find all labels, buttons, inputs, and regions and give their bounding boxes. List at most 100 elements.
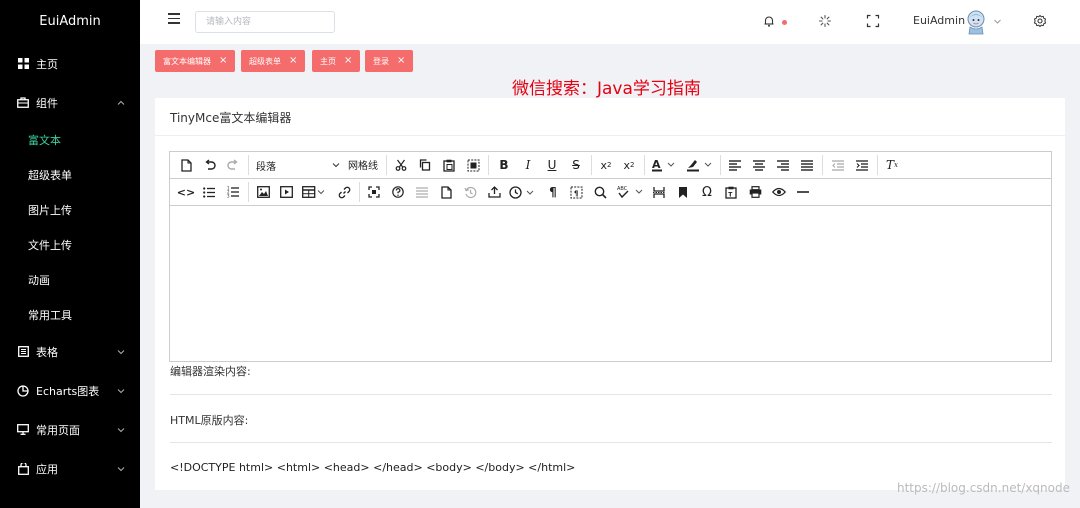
sidebar-item-label: 主页 [36, 57, 58, 71]
briefcase-icon [17, 97, 29, 109]
select-all-icon[interactable] [465, 157, 481, 173]
superscript-icon[interactable]: x2 [597, 157, 615, 173]
numbered-list-icon[interactable]: 123 [225, 184, 241, 200]
close-icon[interactable]: × [219, 56, 227, 66]
show-blocks-icon[interactable]: ¶ [568, 184, 584, 200]
bullet-list-icon[interactable] [201, 184, 217, 200]
subscript-icon[interactable]: x2 [620, 157, 638, 173]
loading-icon[interactable] [818, 14, 832, 28]
tag-super-form[interactable]: 超级表单 × [241, 50, 306, 72]
italic-icon[interactable]: I [520, 157, 536, 173]
sidebar-subitem-image-upload[interactable]: 图片上传 [0, 192, 140, 227]
tag-rich-text-editor[interactable]: 富文本编辑器 × [155, 50, 236, 72]
align-right-icon[interactable] [775, 157, 791, 173]
divider [155, 135, 1065, 136]
close-icon[interactable]: × [397, 56, 405, 66]
sidebar-subitem-super-form[interactable]: 超级表单 [0, 157, 140, 192]
sidebar-item-label: 组件 [36, 96, 58, 110]
bell-icon[interactable] [762, 14, 776, 28]
page-break-icon[interactable] [651, 184, 667, 200]
bookmark-icon[interactable] [675, 184, 691, 200]
sidebar-subitem-animation[interactable]: 动画 [0, 262, 140, 297]
fullscreen-icon[interactable] [866, 14, 880, 28]
sidebar-item-label: 应用 [36, 462, 58, 476]
toolbar-separator [248, 155, 249, 175]
copy-icon[interactable] [417, 157, 433, 173]
spellcheck-icon[interactable]: ABC [616, 184, 646, 200]
help-icon[interactable] [390, 184, 406, 200]
fullscreen-editor-icon[interactable] [366, 184, 382, 200]
bag-icon [17, 462, 29, 475]
grid-lines-button[interactable]: 网格线 [348, 157, 378, 172]
sidebar-subitem-tools[interactable]: 常用工具 [0, 297, 140, 332]
paragraph-mark-icon[interactable]: ¶ [545, 184, 561, 200]
monitor-icon [17, 424, 29, 436]
toolbar-separator [591, 155, 592, 175]
top-header: EuiAdmin [140, 0, 1080, 44]
sidebar-item-table[interactable]: 表格 [0, 332, 140, 371]
tag-label: 登录 [373, 56, 389, 66]
user-name[interactable]: EuiAdmin [913, 14, 965, 27]
template-icon[interactable] [438, 184, 454, 200]
horizontal-rule-icon[interactable] [795, 184, 811, 200]
chevron-down-icon[interactable] [993, 17, 1002, 26]
settings-icon[interactable] [1033, 14, 1047, 28]
upload-icon[interactable] [486, 184, 502, 200]
align-justify-icon[interactable] [799, 157, 815, 173]
underline-icon[interactable]: U [544, 157, 560, 173]
preview-icon[interactable] [771, 184, 787, 200]
redo-icon[interactable] [225, 157, 241, 173]
code-icon[interactable]: <> [177, 184, 195, 200]
html-content-label: HTML原版内容: [170, 414, 249, 427]
avatar[interactable] [965, 9, 987, 35]
menu-icon[interactable] [168, 13, 180, 27]
link-icon[interactable] [336, 184, 352, 200]
undo-icon[interactable] [201, 157, 217, 173]
align-left-icon[interactable] [727, 157, 743, 173]
indent-icon[interactable] [854, 157, 870, 173]
chevron-down-icon [117, 388, 125, 393]
paste-text-icon[interactable]: T [723, 184, 739, 200]
block-format-select[interactable]: 段落 [256, 157, 340, 173]
bullet-lines-icon[interactable] [414, 184, 430, 200]
close-icon[interactable]: × [344, 56, 352, 66]
image-icon[interactable] [255, 184, 271, 200]
sidebar-item-apps[interactable]: 应用 [0, 449, 140, 488]
clear-format-icon[interactable]: Tx [884, 157, 900, 173]
special-chars-icon[interactable]: Ω [699, 184, 715, 200]
outdent-icon[interactable] [830, 157, 846, 173]
strikethrough-icon[interactable]: S [568, 157, 584, 173]
history-icon[interactable] [462, 184, 478, 200]
paste-icon[interactable] [441, 157, 457, 173]
clock-icon[interactable] [509, 184, 537, 200]
search-icon[interactable] [592, 184, 608, 200]
bold-icon[interactable]: B [496, 157, 512, 173]
svg-text:ABC: ABC [617, 186, 628, 192]
sidebar-item-components[interactable]: 组件 [0, 83, 140, 122]
tag-login[interactable]: 登录 × [365, 50, 414, 72]
sidebar-subitem-file-upload[interactable]: 文件上传 [0, 227, 140, 262]
new-document-icon[interactable] [178, 157, 194, 173]
cut-icon[interactable] [393, 157, 409, 173]
print-icon[interactable] [747, 184, 763, 200]
tag-label: 超级表单 [249, 56, 281, 66]
text-color-icon[interactable]: A [651, 157, 677, 173]
table-insert-icon[interactable] [302, 184, 328, 200]
close-icon[interactable]: × [289, 56, 297, 66]
sidebar-item-echarts[interactable]: Echarts图表 [0, 371, 140, 410]
sidebar-subitem-rich-text[interactable]: 富文本 [0, 122, 140, 157]
pie-chart-icon [17, 384, 29, 397]
chevron-down-icon [332, 163, 340, 168]
highlight-color-icon[interactable] [686, 157, 714, 173]
media-icon[interactable] [278, 184, 294, 200]
overlay-title: 微信搜索：Java学习指南 [512, 79, 701, 99]
sidebar-item-pages[interactable]: 常用页面 [0, 410, 140, 449]
sidebar-item-home[interactable]: 主页 [0, 44, 140, 83]
toolbar-separator [822, 155, 823, 175]
tag-home[interactable]: 主页 × [312, 50, 361, 72]
chevron-down-icon [117, 466, 125, 471]
divider [170, 394, 1052, 395]
align-center-icon[interactable] [751, 157, 767, 173]
credit-watermark: https://blog.csdn.net/xqnode [896, 481, 1070, 495]
search-input[interactable] [195, 11, 335, 33]
